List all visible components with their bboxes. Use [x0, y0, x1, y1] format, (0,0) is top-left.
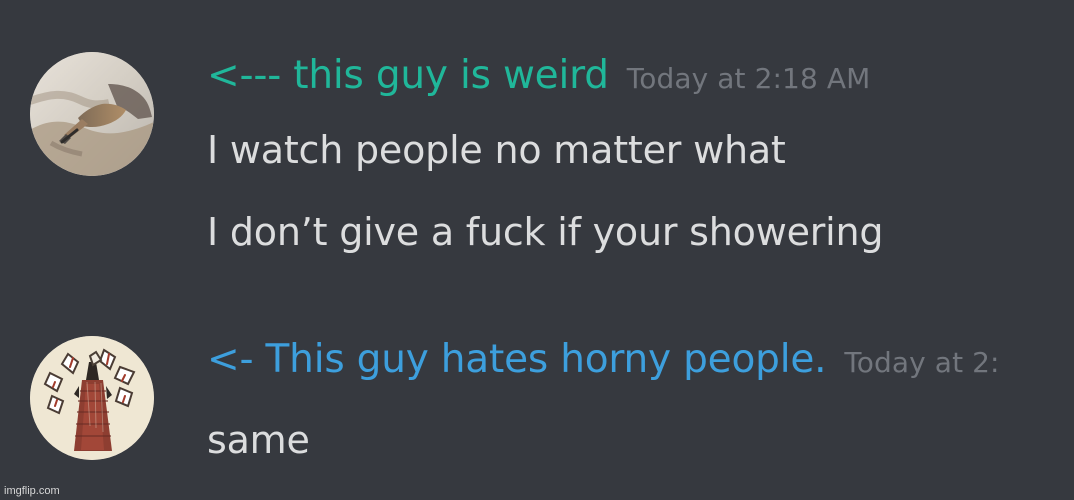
chat-view: <--- this guy is weird Today at 2:18 AM …	[0, 0, 1074, 500]
username[interactable]: <- This guy hates horny people.	[207, 340, 827, 379]
message-group-1: <--- this guy is weird Today at 2:18 AM …	[0, 52, 1074, 292]
message-text: same	[207, 418, 310, 462]
message-header: <--- this guy is weird Today at 2:18 AM	[207, 56, 870, 95]
timestamp: Today at 2:	[844, 346, 1000, 379]
watermark-text: imgflip.com	[4, 485, 60, 497]
message-text: I don’t give a fuck if your showering	[207, 210, 884, 254]
avatar[interactable]	[30, 336, 154, 460]
username[interactable]: <--- this guy is weird	[207, 56, 609, 95]
timestamp: Today at 2:18 AM	[626, 62, 871, 95]
hand-photo-avatar-icon	[30, 52, 154, 176]
message-text: I watch people no matter what	[207, 128, 786, 172]
drawing-avatar-icon	[30, 336, 154, 460]
avatar[interactable]	[30, 52, 154, 176]
message-group-2: <- This guy hates horny people. Today at…	[0, 336, 1074, 476]
message-header: <- This guy hates horny people. Today at…	[207, 340, 1000, 379]
